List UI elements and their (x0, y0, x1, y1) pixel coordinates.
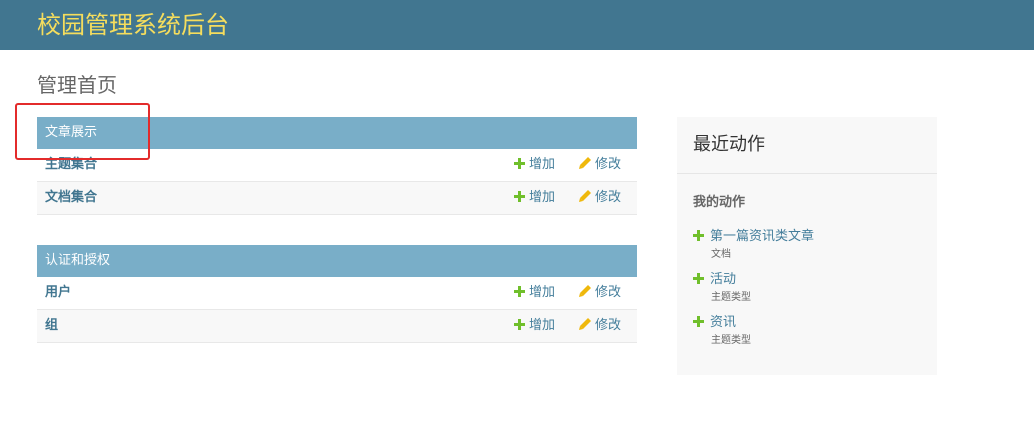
app-module-articles: 文章展示 主题集合 增加 修改 文档集合 增加 修改 (37, 117, 637, 215)
plus-icon (693, 316, 704, 327)
divider (677, 173, 937, 174)
add-link[interactable]: 增加 (514, 310, 555, 342)
recent-actions-panel: 最近动作 我的动作 第一篇资讯类文章 文档 活动 主题类型 资讯 主题类型 (677, 117, 937, 375)
plus-icon (693, 273, 704, 284)
recent-action-item: 第一篇资讯类文章 文档 (693, 225, 923, 260)
add-link[interactable]: 增加 (514, 149, 555, 181)
change-label: 修改 (595, 157, 622, 172)
add-label: 增加 (529, 318, 556, 333)
change-link[interactable]: 修改 (579, 277, 621, 309)
recent-actions-title: 最近动作 (693, 134, 765, 155)
module-caption[interactable]: 认证和授权 (37, 245, 637, 277)
pencil-icon (579, 285, 591, 297)
model-row: 主题集合 增加 修改 (37, 149, 637, 182)
plus-icon (514, 319, 525, 330)
my-actions-label: 我的动作 (693, 195, 746, 210)
model-row: 用户 增加 修改 (37, 277, 637, 310)
add-link[interactable]: 增加 (514, 277, 555, 309)
pencil-icon (579, 157, 591, 169)
module-caption[interactable]: 文章展示 (37, 117, 637, 149)
change-label: 修改 (595, 285, 622, 300)
recent-action-link[interactable]: 资讯 (710, 315, 736, 330)
header-bar: 校园管理系统后台 (0, 0, 1034, 50)
recent-action-type: 文档 (711, 249, 731, 260)
page-title: 管理首页 (37, 73, 117, 97)
pencil-icon (579, 318, 591, 330)
change-label: 修改 (595, 190, 622, 205)
change-link[interactable]: 修改 (579, 182, 621, 214)
change-label: 修改 (595, 318, 622, 333)
model-link-groups[interactable]: 组 (45, 310, 58, 342)
app-module-auth: 认证和授权 用户 增加 修改 组 增加 修改 (37, 245, 637, 343)
recent-action-type: 主题类型 (711, 292, 751, 303)
plus-icon (514, 286, 525, 297)
recent-action-item: 活动 主题类型 (693, 268, 923, 303)
plus-icon (514, 158, 525, 169)
add-label: 增加 (529, 157, 556, 172)
change-link[interactable]: 修改 (579, 310, 621, 342)
recent-action-item: 资讯 主题类型 (693, 311, 923, 346)
add-label: 增加 (529, 190, 556, 205)
model-link-documents[interactable]: 文档集合 (45, 182, 97, 214)
add-label: 增加 (529, 285, 556, 300)
model-link-topics[interactable]: 主题集合 (45, 149, 97, 181)
recent-action-link[interactable]: 第一篇资讯类文章 (710, 229, 814, 244)
recent-action-type: 主题类型 (711, 335, 751, 346)
change-link[interactable]: 修改 (579, 149, 621, 181)
pencil-icon (579, 190, 591, 202)
plus-icon (514, 191, 525, 202)
model-row: 文档集合 增加 修改 (37, 182, 637, 215)
plus-icon (693, 230, 704, 241)
add-link[interactable]: 增加 (514, 182, 555, 214)
model-link-users[interactable]: 用户 (45, 277, 71, 309)
model-row: 组 增加 修改 (37, 310, 637, 343)
site-title[interactable]: 校园管理系统后台 (37, 9, 229, 41)
recent-action-link[interactable]: 活动 (710, 272, 736, 287)
